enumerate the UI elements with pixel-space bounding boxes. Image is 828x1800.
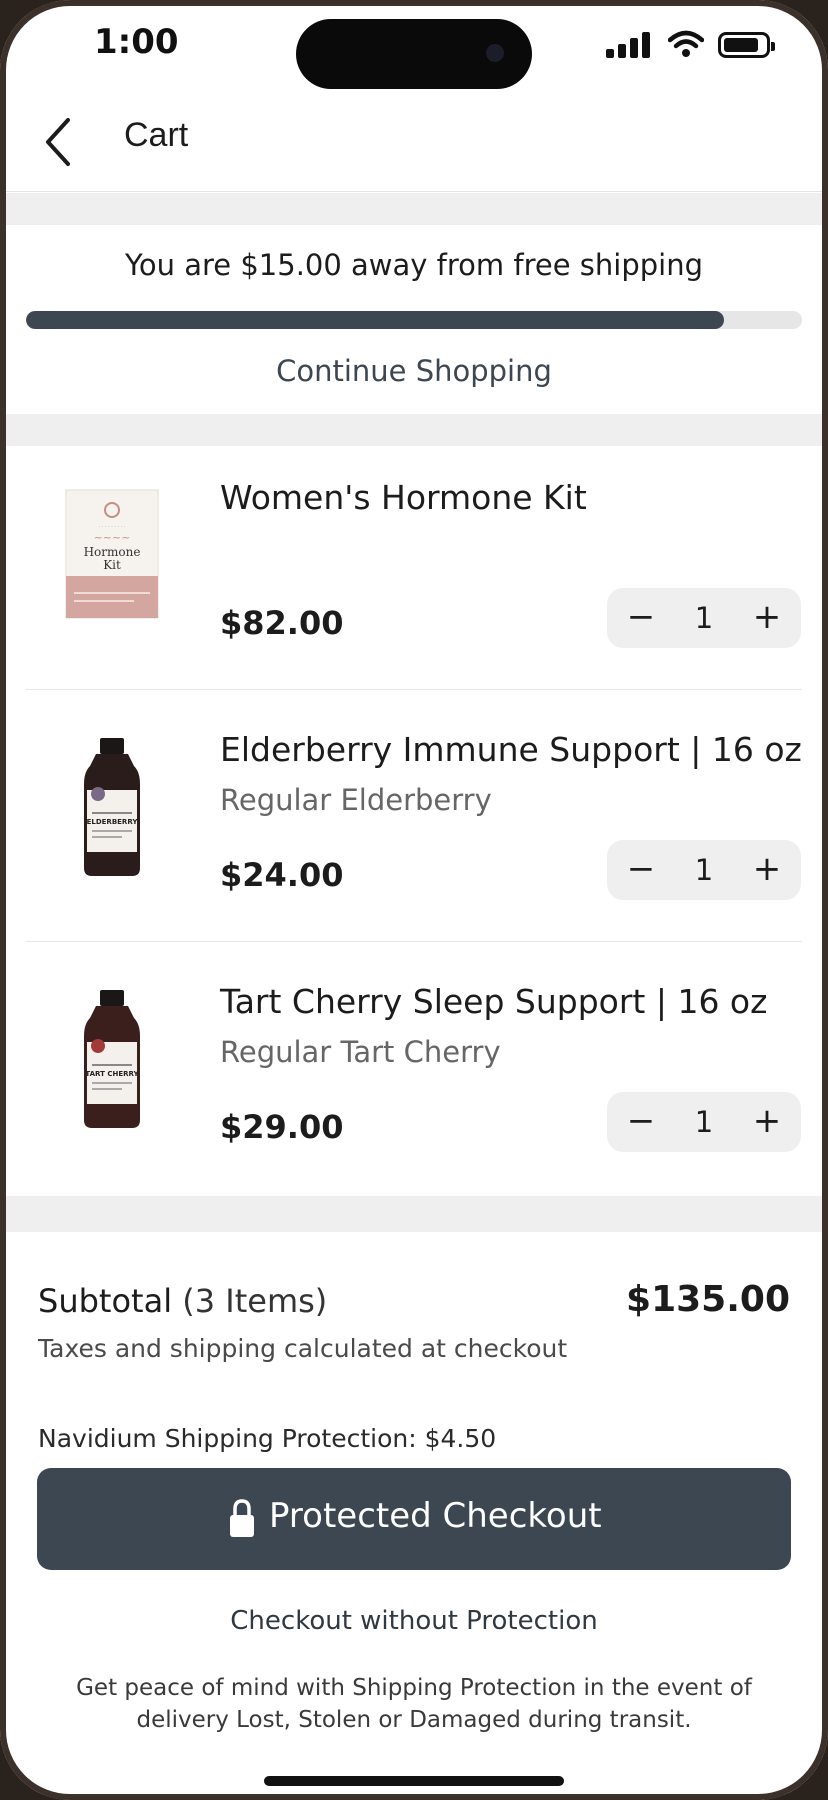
free-shipping-progress-fill xyxy=(26,311,725,329)
section-separator xyxy=(0,1196,828,1232)
page-title: Cart xyxy=(124,116,189,154)
protected-checkout-label: Protected Checkout xyxy=(269,1496,602,1536)
item-variant: Regular Tart Cherry xyxy=(220,1035,501,1069)
svg-text:~~~~: ~~~~ xyxy=(94,531,131,544)
item-name: Tart Cherry Sleep Support | 16 oz xyxy=(220,982,768,1021)
section-separator xyxy=(0,193,828,225)
free-shipping-progress xyxy=(26,311,802,329)
cart-item: ELDERBERRY Elderberry Immune Support | 1… xyxy=(0,690,828,942)
quantity-stepper: − 1 + xyxy=(607,840,801,900)
tax-note: Taxes and shipping calculated at checkou… xyxy=(38,1334,568,1363)
item-name: Women's Hormone Kit xyxy=(220,478,587,517)
increase-quantity-button[interactable]: + xyxy=(737,588,797,648)
quantity-stepper: − 1 + xyxy=(607,1092,801,1152)
cart-item: TART CHERRY Tart Cherry Sleep Support | … xyxy=(0,942,828,1194)
battery-icon xyxy=(718,32,775,58)
protection-disclaimer: Get peace of mind with Shipping Protecti… xyxy=(76,1675,752,1733)
wifi-icon xyxy=(668,30,704,57)
free-shipping-message: You are $15.00 away from free shipping xyxy=(125,248,703,282)
status-bar: 1:00 xyxy=(0,0,828,90)
home-indicator[interactable] xyxy=(264,1776,564,1786)
subtotal-text: Subtotal xyxy=(38,1282,173,1320)
continue-shopping-link[interactable]: Continue Shopping xyxy=(0,354,828,388)
bottle-label-tart-cherry: TART CHERRY xyxy=(85,1070,139,1078)
shipping-protection-fee: Navidium Shipping Protection: $4.50 xyxy=(38,1424,497,1453)
elderberry-bottle-icon: ELDERBERRY xyxy=(84,738,140,876)
decrease-quantity-button[interactable]: − xyxy=(611,588,671,648)
checkout-without-protection-link[interactable]: Checkout without Protection xyxy=(0,1606,828,1636)
back-arrow-icon[interactable] xyxy=(40,112,80,172)
lock-icon xyxy=(230,1499,254,1537)
increase-quantity-button[interactable]: + xyxy=(737,1092,797,1152)
quantity-value: 1 xyxy=(694,1105,714,1139)
decrease-quantity-button[interactable]: − xyxy=(611,840,671,900)
signal-icon xyxy=(606,32,652,58)
phone-screen: 1:00 Cart You are $15.00 away from free … xyxy=(0,0,828,1800)
subtotal-item-count: (3 Items) xyxy=(182,1282,328,1320)
svg-text:· · · · · · · · ·: · · · · · · · · · xyxy=(98,524,125,530)
subtotal-value: $135.00 xyxy=(626,1279,790,1320)
decrease-quantity-button[interactable]: − xyxy=(611,1092,671,1152)
protected-checkout-button[interactable]: Protected Checkout xyxy=(37,1468,791,1570)
quantity-value: 1 xyxy=(694,601,714,635)
hormone-kit-box-icon: · · · · · · · · · ~~~~ Hormone Kit xyxy=(65,489,159,619)
item-name: Elderberry Immune Support | 16 oz xyxy=(220,730,802,769)
quantity-stepper: − 1 + xyxy=(607,588,801,648)
quantity-value: 1 xyxy=(694,853,714,887)
kit-label-line1: Hormone xyxy=(84,545,141,559)
camera-icon xyxy=(486,44,504,62)
kit-label-line2: Kit xyxy=(103,558,121,572)
bottle-label-elderberry: ELDERBERRY xyxy=(87,818,139,826)
increase-quantity-button[interactable]: + xyxy=(737,840,797,900)
item-price: $24.00 xyxy=(220,856,344,894)
tart-cherry-bottle-icon: TART CHERRY xyxy=(84,990,140,1128)
item-variant: Regular Elderberry xyxy=(220,783,492,817)
app-header: Cart xyxy=(0,92,828,192)
subtotal-label: Subtotal (3 Items) xyxy=(38,1282,327,1320)
item-price: $29.00 xyxy=(220,1108,344,1146)
status-time: 1:00 xyxy=(94,22,179,62)
cart-item: · · · · · · · · · ~~~~ Hormone Kit Women… xyxy=(0,438,828,690)
item-price: $82.00 xyxy=(220,604,344,642)
